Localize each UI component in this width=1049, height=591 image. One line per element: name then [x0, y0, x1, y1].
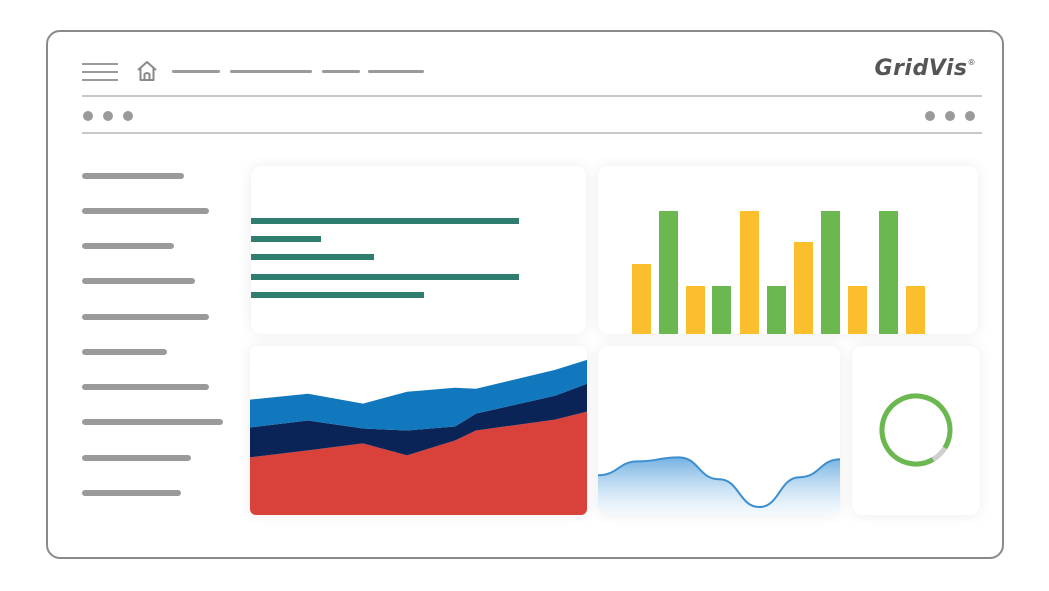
hamburger-menu-icon[interactable] [82, 63, 118, 81]
sidebar-item[interactable] [82, 384, 209, 390]
more-dots-icon[interactable] [83, 108, 143, 121]
horizontal-bar [251, 254, 374, 260]
sidebar-item[interactable] [82, 490, 181, 496]
vertical-bar [712, 286, 731, 334]
header-divider [82, 95, 982, 97]
toolbar-divider [82, 132, 982, 134]
nav-link-placeholder[interactable] [172, 70, 220, 73]
wave-area-chart [598, 456, 840, 515]
vertical-bar [821, 211, 840, 334]
donut-chart-card [852, 346, 980, 515]
sidebar-item[interactable] [82, 278, 195, 284]
wave-area-chart-card [598, 346, 840, 515]
horizontal-bar [251, 236, 321, 242]
vertical-bar [740, 211, 759, 334]
sidebar-item[interactable] [82, 208, 209, 214]
horizontal-bar-chart [251, 218, 519, 298]
wave-area [598, 457, 840, 515]
nav-link-placeholder[interactable] [368, 70, 424, 73]
donut-chart [879, 393, 953, 467]
horizontal-bar [251, 218, 519, 224]
stacked-area-chart-card [250, 346, 587, 515]
vertical-bar [879, 211, 898, 334]
brand-logo: GridVis® [874, 56, 976, 81]
more-dots-icon[interactable] [925, 108, 975, 121]
stacked-area-chart [250, 359, 587, 515]
nav-link-placeholder[interactable] [230, 70, 312, 73]
top-bar: GridVis® [82, 52, 982, 92]
vertical-bar [659, 211, 678, 334]
vertical-bar-chart [632, 211, 925, 334]
vertical-bar-chart-card [598, 166, 978, 334]
sidebar-item[interactable] [82, 173, 184, 179]
horizontal-bar-chart-card [251, 166, 586, 334]
vertical-bar [906, 286, 925, 334]
sidebar-item[interactable] [82, 314, 209, 320]
vertical-bar [686, 286, 705, 334]
horizontal-bar [251, 274, 519, 280]
vertical-bar [794, 242, 813, 334]
sidebar-item[interactable] [82, 419, 223, 425]
nav-link-placeholder[interactable] [322, 70, 360, 73]
donut-slice [879, 393, 953, 467]
vertical-bar [632, 264, 651, 334]
horizontal-bar [251, 292, 424, 298]
vertical-bar [767, 286, 786, 334]
sidebar-item[interactable] [82, 349, 167, 355]
sidebar-item[interactable] [82, 455, 191, 461]
sidebar-item[interactable] [82, 243, 174, 249]
home-icon[interactable] [134, 58, 160, 84]
vertical-bar [848, 286, 867, 334]
